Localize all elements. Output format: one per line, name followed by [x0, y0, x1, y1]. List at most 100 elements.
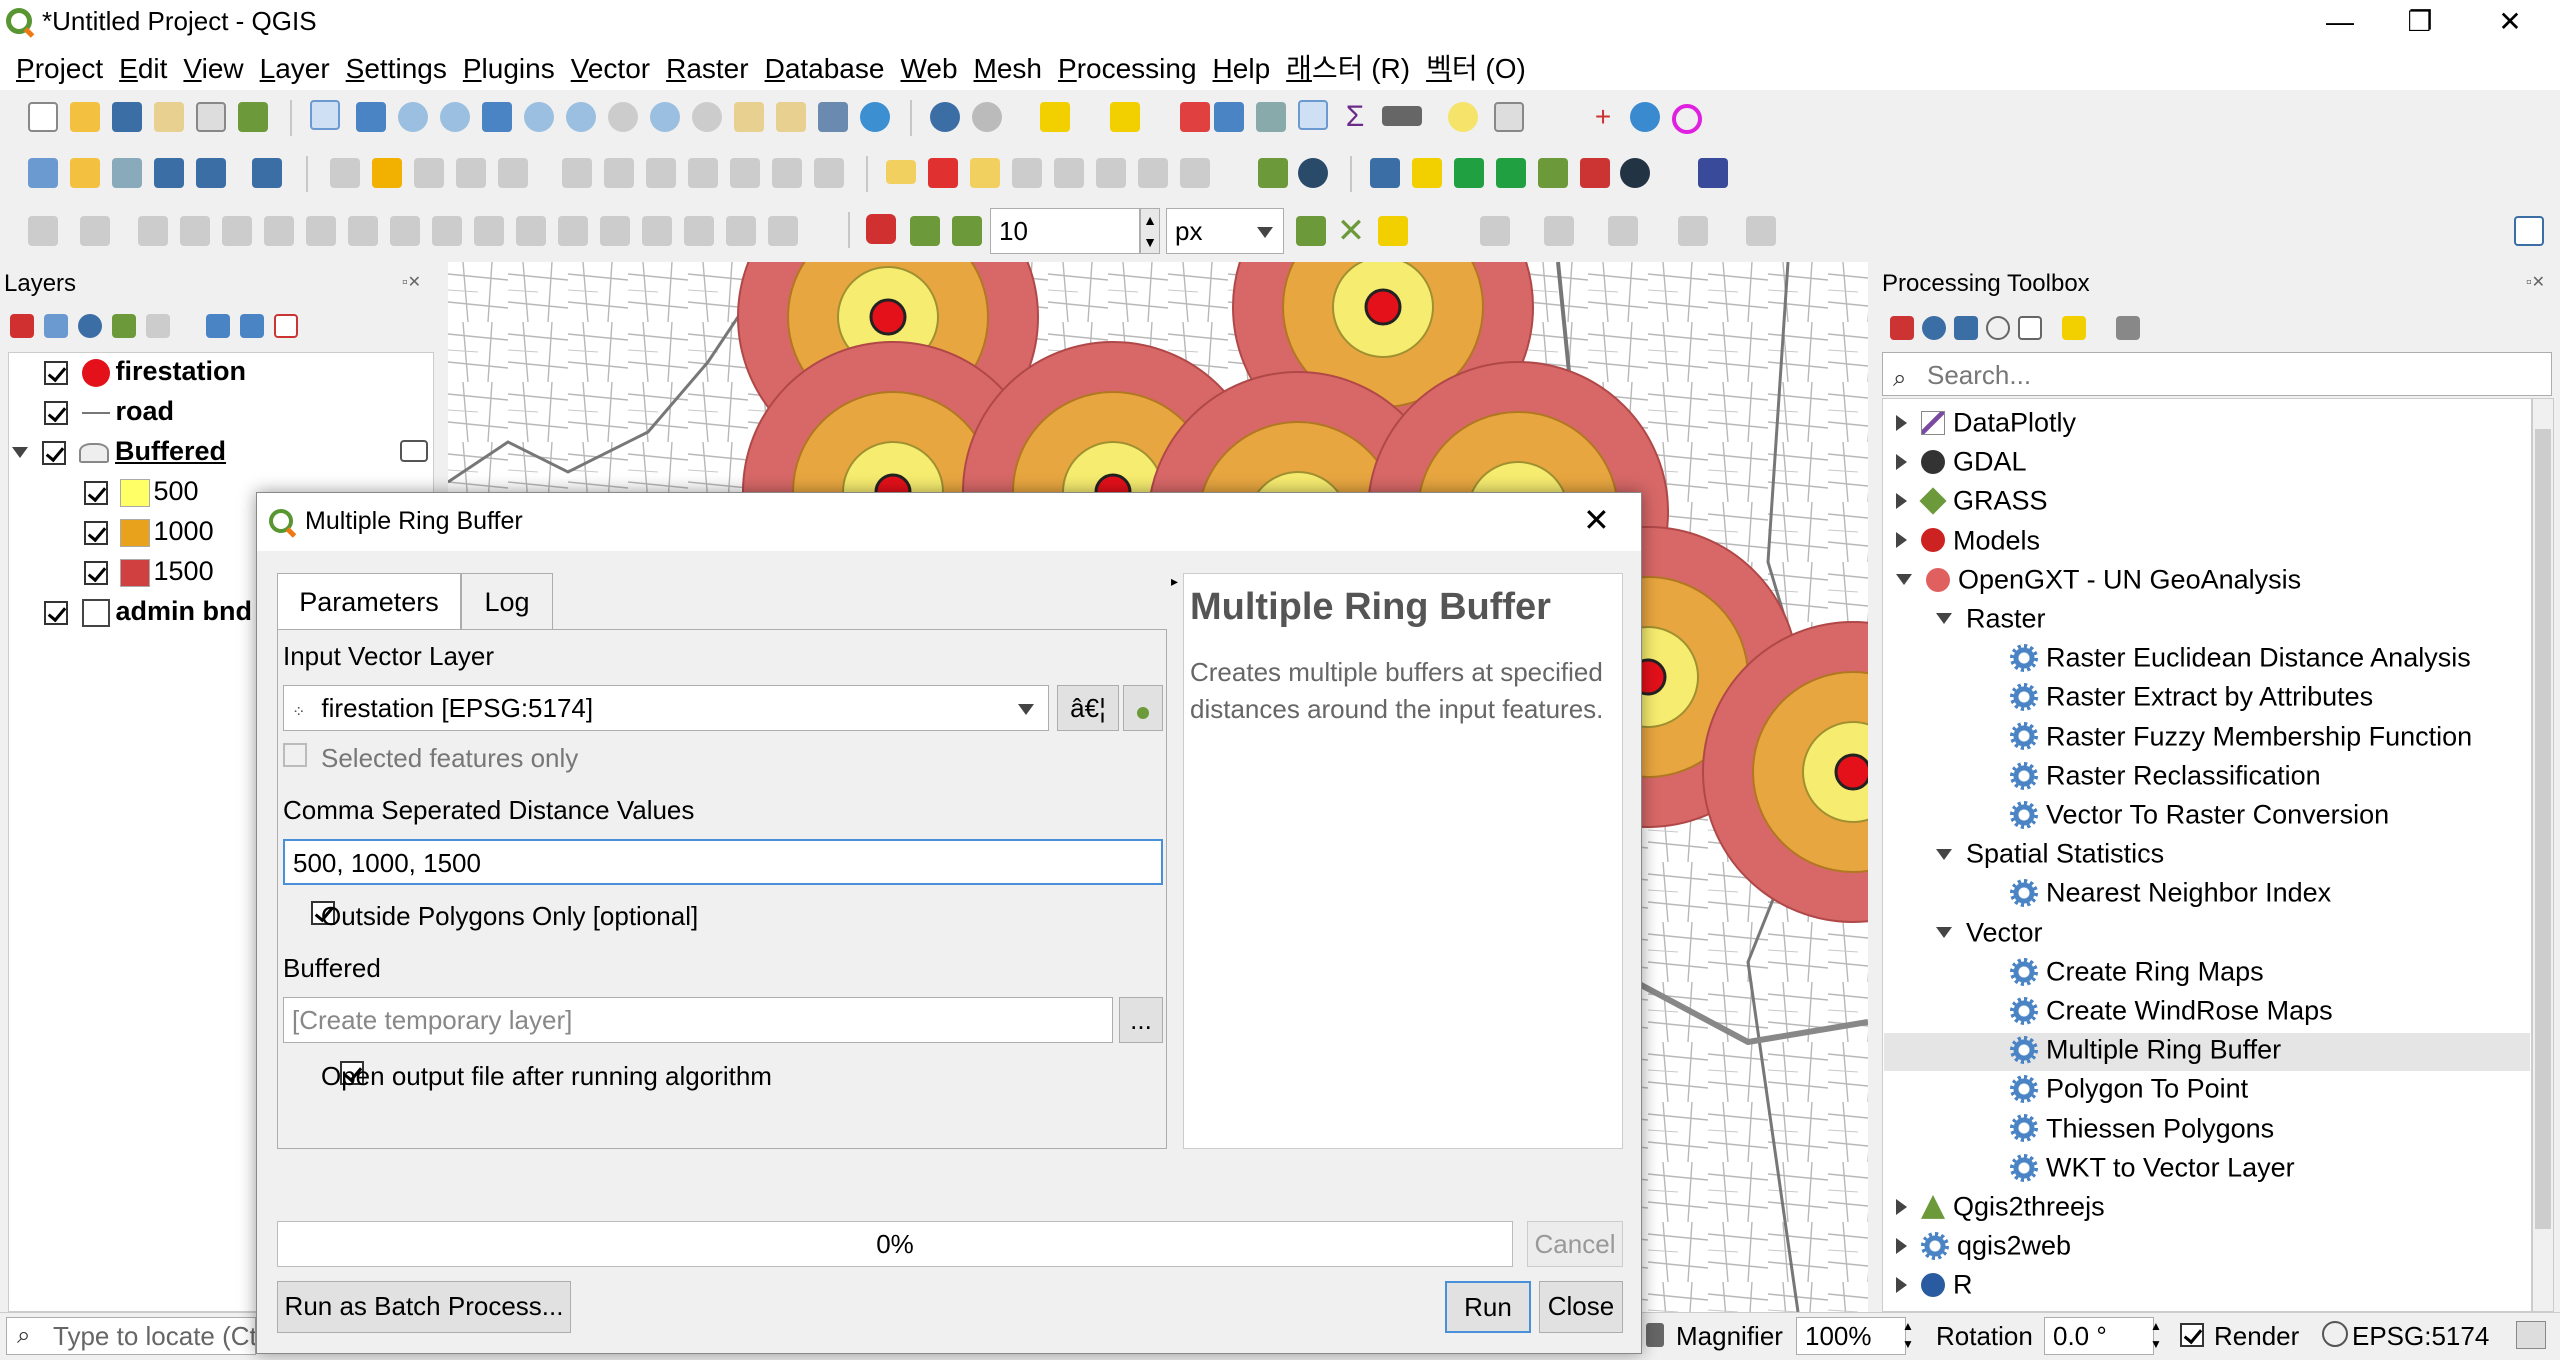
split-features-icon[interactable] [600, 216, 630, 246]
pan-to-selection-icon[interactable] [356, 102, 386, 132]
save-as-icon[interactable] [154, 102, 184, 132]
ellipse-digitize-icon[interactable] [1608, 216, 1638, 246]
pin-labels-icon[interactable] [1012, 158, 1042, 188]
render-checkbox[interactable] [2180, 1323, 2204, 1347]
memory-layer-icon[interactable] [400, 440, 428, 462]
toolbox-item-polygon-to-point[interactable]: Polygon To Point [1884, 1072, 2530, 1110]
zoom-last-icon[interactable] [650, 102, 680, 132]
map-tips-icon[interactable] [1448, 102, 1478, 132]
toolbox-item-qgis2threejs[interactable]: Qgis2threejs [1884, 1190, 2530, 1228]
diagram-icon[interactable] [928, 158, 958, 188]
close-icon[interactable]: ✕ [1583, 501, 1610, 539]
toolbox-item-raster-extract-by-attributes[interactable]: Raster Extract by Attributes [1884, 680, 2530, 718]
layer-checkbox[interactable] [44, 400, 68, 425]
reverse-line-icon[interactable] [516, 216, 546, 246]
toolbox-item-multiple-ring-buffer[interactable]: Multiple Ring Buffer [1884, 1033, 2530, 1072]
menu-edit[interactable]: Edit [111, 48, 175, 90]
menu-project[interactable]: Project [8, 48, 111, 90]
models-tool-icon[interactable] [1890, 316, 1914, 340]
move-feature-icon[interactable] [80, 216, 110, 246]
restore-button[interactable]: ❐ [2380, 0, 2460, 46]
collapse-caret-icon[interactable] [1896, 1238, 1907, 1255]
magnifier-spinner[interactable]: ▲ ▼ [1898, 1317, 1918, 1355]
python-console-icon[interactable] [1370, 158, 1400, 188]
snap-layers-icon[interactable] [910, 216, 940, 246]
field-calculator-icon[interactable] [1256, 102, 1286, 132]
panel-float-icon[interactable]: ▫✕ [2526, 272, 2545, 292]
toolbox-item-vector-to-raster-conversion[interactable]: Vector To Raster Conversion [1884, 798, 2530, 836]
layer-checkbox[interactable] [41, 440, 66, 465]
zoom-full-icon[interactable] [482, 102, 512, 132]
toolbox-item-thiessen-polygons[interactable]: Thiessen Polygons [1884, 1112, 2530, 1150]
menu-mesh[interactable]: Mesh [966, 48, 1050, 90]
delete-part-icon[interactable] [390, 216, 420, 246]
toolbox-item-vector[interactable]: Vector [1884, 916, 2530, 954]
layer-row-firestation[interactable]: firestation [44, 356, 246, 387]
legend-item-1500[interactable]: 1500 [84, 556, 214, 587]
menu-raster-kr[interactable]: 래스터 (R) [1278, 48, 1418, 90]
pan-icon[interactable] [310, 100, 340, 130]
select-features-icon[interactable] [1040, 102, 1070, 132]
scrollbar-thumb[interactable] [2535, 429, 2551, 1229]
bookmark-icon[interactable] [818, 102, 848, 132]
history-icon[interactable] [1986, 316, 2010, 340]
selected-only-checkbox[interactable] [283, 743, 307, 767]
style-panel-icon[interactable] [10, 314, 34, 338]
lock-icon[interactable] [1646, 1323, 1664, 1347]
python-scripts-icon[interactable] [1954, 316, 1978, 340]
input-layer-options-button[interactable]: â€¦ [1057, 685, 1119, 731]
zoom-next-icon[interactable] [692, 102, 722, 132]
legend-checkbox[interactable] [84, 480, 108, 505]
merge-attributes-icon[interactable] [726, 216, 756, 246]
run-button[interactable]: Run [1445, 1281, 1531, 1333]
collapse-caret-icon[interactable] [1896, 1198, 1907, 1215]
fill-ring-icon[interactable] [306, 216, 336, 246]
add-ring-icon[interactable] [222, 216, 252, 246]
rectangle-digitize-icon[interactable] [1678, 216, 1708, 246]
toolbox-item-spatial-statistics[interactable]: Spatial Statistics [1884, 837, 2530, 875]
modify-attributes-icon[interactable] [562, 158, 592, 188]
new-map-view-icon[interactable] [734, 102, 764, 132]
earth-icon[interactable] [1620, 158, 1650, 188]
new-shapefile-icon[interactable] [112, 158, 142, 188]
snap-tolerance-spinner[interactable]: ▲ ▼ [1140, 208, 1160, 254]
refresh-icon[interactable] [860, 102, 890, 132]
expand-caret-icon[interactable] [1936, 613, 1952, 625]
new-temp-layer-icon[interactable] [252, 158, 282, 188]
panel-float-icon[interactable]: ▫✕ [402, 272, 421, 292]
circle-digitize-icon[interactable] [1544, 216, 1574, 246]
expand-caret-icon[interactable] [12, 447, 28, 459]
cut-features-icon[interactable] [646, 158, 676, 188]
offset-curve-icon[interactable] [474, 216, 504, 246]
intersection-icon[interactable]: ✕ [1336, 214, 1366, 248]
layer-row-buffered[interactable]: Buffered [12, 436, 226, 467]
data-source-manager-icon[interactable] [28, 158, 58, 188]
toolbox-item-dataplotly[interactable]: DataPlotly [1884, 406, 2530, 444]
visibility-eye-icon[interactable] [78, 314, 102, 338]
menu-settings[interactable]: Settings [338, 48, 455, 90]
deselect-icon[interactable] [1180, 102, 1210, 132]
expand-all-icon[interactable] [206, 314, 230, 338]
toolbox-item-raster-reclassification[interactable]: Raster Reclassification [1884, 759, 2530, 797]
rotate-symbols-icon[interactable] [768, 216, 798, 246]
merge-features-icon[interactable] [684, 216, 714, 246]
menu-view[interactable]: View [175, 48, 251, 90]
menu-database[interactable]: Database [757, 48, 893, 90]
polygon-digitize-icon[interactable] [1746, 216, 1776, 246]
toolbox-item-r[interactable]: R [1884, 1268, 2530, 1306]
osm-plugin-icon[interactable] [1298, 158, 1328, 188]
close-button[interactable]: Close [1539, 1281, 1623, 1333]
cancel-button[interactable]: Cancel [1527, 1221, 1623, 1267]
zoom-layer-icon[interactable] [566, 102, 596, 132]
collapse-caret-icon[interactable] [1896, 532, 1907, 549]
help-icon[interactable] [1698, 158, 1728, 188]
change-label-icon[interactable] [1180, 158, 1210, 188]
close-window-button[interactable]: ✕ [2470, 0, 2550, 46]
style-manager-icon[interactable] [238, 102, 268, 132]
locator-input[interactable]: ⌕ Type to locate (Ctrl+K) [6, 1317, 256, 1355]
vertex-tool-icon[interactable] [498, 158, 528, 188]
snapping-magnet-icon[interactable] [866, 214, 896, 244]
simplify-icon[interactable] [180, 216, 210, 246]
menu-raster[interactable]: Raster [658, 48, 756, 90]
toolbox-item-qgis2web[interactable]: qgis2web [1884, 1229, 2530, 1267]
